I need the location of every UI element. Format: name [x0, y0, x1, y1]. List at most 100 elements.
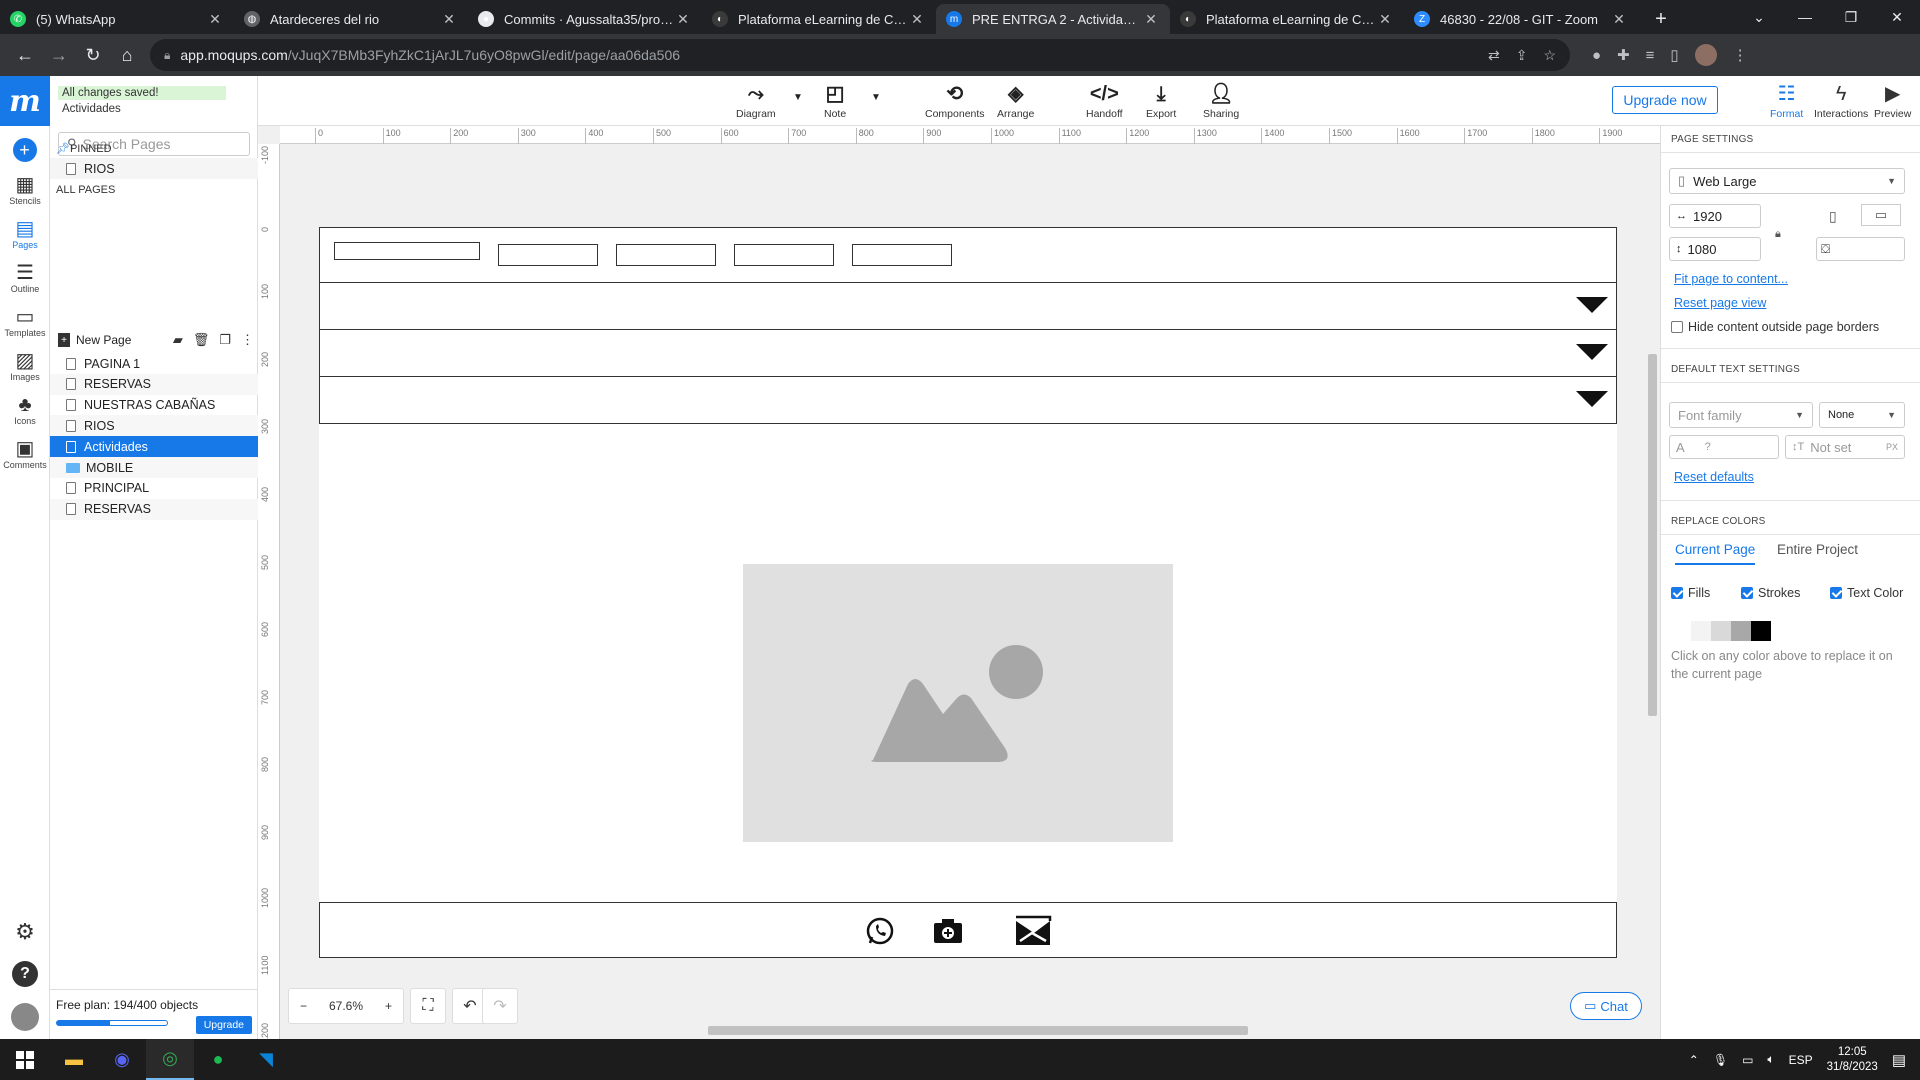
tab-entire-project[interactable]: Entire Project	[1777, 542, 1858, 557]
profile-avatar[interactable]	[1694, 44, 1717, 66]
zoom-out-icon[interactable]: −	[300, 999, 307, 1013]
rail-item-templates[interactable]: ▭ Templates	[0, 306, 50, 338]
page-list-item[interactable]: RIOS	[50, 415, 258, 437]
wireframe-nav-item[interactable]	[498, 244, 598, 266]
page-size-select[interactable]: ▯ Web Large ▼	[1669, 168, 1905, 194]
close-window-icon[interactable]: ✕	[1874, 0, 1920, 34]
browser-tab[interactable]: ✆ (5) WhatsApp ✕	[0, 4, 234, 34]
vscode-icon[interactable]: ◥	[242, 1039, 290, 1080]
network-icon[interactable]: ▭	[1742, 1053, 1753, 1067]
wireframe-navbar[interactable]	[319, 227, 1617, 283]
wireframe-footer[interactable]	[319, 902, 1617, 958]
file-explorer-icon[interactable]: ▬	[50, 1039, 98, 1080]
microphone-icon[interactable]: 🎙︎	[1713, 1053, 1728, 1067]
diagram-button[interactable]: ⤳ Diagram	[736, 82, 776, 120]
wireframe-nav-item[interactable]	[616, 244, 716, 266]
rail-item-comments[interactable]: ▣ Comments	[0, 438, 50, 470]
chevron-up-icon[interactable]: ⌃	[1689, 1053, 1699, 1067]
more-options-icon[interactable]: ⋮	[241, 332, 254, 348]
font-size-field[interactable]: A?	[1669, 435, 1779, 459]
clock[interactable]: 12:05 31/8/2023	[1827, 1045, 1878, 1075]
upgrade-button[interactable]: Upgrade	[195, 1016, 252, 1034]
fit-screen-icon[interactable]: ⛶	[410, 988, 446, 1024]
chat-button[interactable]: ▭ Chat	[1570, 992, 1642, 1020]
page-list-item[interactable]: RESERVAS	[50, 373, 258, 395]
volume-icon[interactable]: 🔈︎	[1767, 1052, 1774, 1067]
home-icon[interactable]: ⌂	[110, 38, 144, 72]
settings-gear-icon[interactable]: ⚙	[15, 919, 35, 945]
line-height-field[interactable]: ↕T Not set PX	[1785, 435, 1905, 459]
wireframe-nav-item[interactable]	[734, 244, 834, 266]
wireframe-accordion[interactable]	[319, 329, 1617, 377]
extension-dot-icon[interactable]: ●	[1592, 47, 1601, 64]
url-field[interactable]: 🔒︎ app.moqups.com/vJuqX7BMb3FyhZkC1jArJL…	[150, 39, 1570, 71]
browser-tab[interactable]: m PRE ENTRGA 2 - Actividades - M✕	[936, 4, 1170, 34]
page-width-field[interactable]: ↔ 1920	[1669, 204, 1761, 228]
export-button[interactable]: ⤓ Export	[1146, 82, 1176, 120]
discord-icon[interactable]: ◉	[98, 1039, 146, 1080]
close-tab-icon[interactable]: ✕	[1376, 11, 1394, 28]
media-control-icon[interactable]: ≡	[1646, 47, 1655, 64]
wireframe-nav-item[interactable]	[852, 244, 952, 266]
reset-page-view-link[interactable]: Reset page view	[1674, 296, 1766, 310]
close-tab-icon[interactable]: ✕	[908, 11, 926, 28]
redo-icon[interactable]: ↷	[482, 988, 518, 1024]
close-tab-icon[interactable]: ✕	[1610, 11, 1628, 28]
chrome-icon[interactable]: ◎	[146, 1039, 194, 1080]
page-folder-item[interactable]: MOBILE	[50, 457, 258, 478]
notification-icon[interactable]: ▤	[1892, 1051, 1906, 1069]
components-button[interactable]: ⟲ Components	[925, 82, 985, 120]
wireframe-image-placeholder[interactable]	[743, 564, 1173, 842]
forward-icon[interactable]: →	[42, 38, 76, 72]
back-icon[interactable]: ←	[8, 38, 42, 72]
hide-outside-checkbox[interactable]: Hide content outside page borders	[1671, 320, 1879, 334]
close-tab-icon[interactable]: ✕	[206, 11, 224, 28]
portrait-orientation-icon[interactable]: ▯	[1829, 208, 1837, 225]
pinned-page-item[interactable]: RIOS	[50, 158, 258, 179]
new-page-button[interactable]: New Page	[76, 333, 131, 347]
new-folder-icon[interactable]: ▰	[173, 332, 183, 348]
reset-defaults-link[interactable]: Reset defaults	[1674, 470, 1754, 484]
reload-icon[interactable]: ↻	[76, 38, 110, 72]
wireframe-nav-item[interactable]	[334, 242, 480, 260]
aspect-lock-icon[interactable]: 🔒︎	[1775, 228, 1781, 241]
chrome-menu-icon[interactable]: ⋮	[1733, 46, 1748, 64]
spotify-icon[interactable]: ●	[194, 1039, 242, 1080]
diagram-dropdown-icon[interactable]: ▼	[793, 92, 803, 103]
font-weight-select[interactable]: None ▼	[1819, 402, 1905, 428]
color-swatch[interactable]	[1751, 621, 1771, 641]
close-tab-icon[interactable]: ✕	[440, 11, 458, 28]
note-button[interactable]: ◰ Note	[824, 82, 846, 120]
page-list-item[interactable]: RESERVAS	[50, 498, 258, 520]
add-icon[interactable]: +	[12, 138, 37, 162]
rail-item-icons[interactable]: ♣ Icons	[0, 394, 50, 426]
rail-item-stencils[interactable]: ▦ Stencils	[0, 174, 50, 206]
extensions-puzzle-icon[interactable]: ✚	[1617, 46, 1630, 64]
handoff-button[interactable]: </> Handoff	[1086, 82, 1123, 120]
rail-item-pages[interactable]: ▤ Pages	[0, 218, 50, 250]
background-fill-field[interactable]: ⛋	[1816, 237, 1905, 261]
help-icon[interactable]: ?	[12, 961, 38, 987]
duplicate-icon[interactable]: ❐	[219, 332, 231, 348]
horizontal-scrollbar[interactable]	[280, 1024, 1650, 1036]
windows-start-icon[interactable]	[0, 1039, 50, 1080]
color-swatch[interactable]	[1671, 621, 1691, 641]
restore-icon[interactable]: ❐	[1828, 0, 1874, 34]
share-icon[interactable]: ⇪	[1516, 47, 1528, 64]
side-panel-icon[interactable]: ▯	[1670, 46, 1678, 64]
strokes-checkbox[interactable]: Strokes	[1741, 586, 1800, 600]
preview-tab[interactable]: ▶ Preview	[1874, 82, 1911, 120]
format-tab[interactable]: ☷ Format	[1770, 82, 1803, 120]
color-swatch[interactable]	[1711, 621, 1731, 641]
rail-item-outline[interactable]: ☰ Outline	[0, 262, 50, 294]
color-swatch[interactable]	[1731, 621, 1751, 641]
canvas[interactable]: 0 100 200 300 400 500 600 700 800 900 1000 1100 1200…	[258, 126, 1660, 1039]
page-list-item[interactable]: PRINCIPAL	[50, 478, 258, 499]
arrange-button[interactable]: ◈ Arrange	[997, 82, 1034, 120]
tab-search-icon[interactable]: ⌄	[1736, 0, 1782, 34]
delete-icon[interactable]: 🗑︎	[193, 332, 210, 348]
page-list-item[interactable]: Actividades	[50, 436, 258, 458]
rail-item-images[interactable]: ▨ Images	[0, 350, 50, 382]
browser-tab[interactable]: ◍ Atardeceres del rio ✕	[234, 4, 468, 34]
minimize-icon[interactable]: —	[1782, 0, 1828, 34]
